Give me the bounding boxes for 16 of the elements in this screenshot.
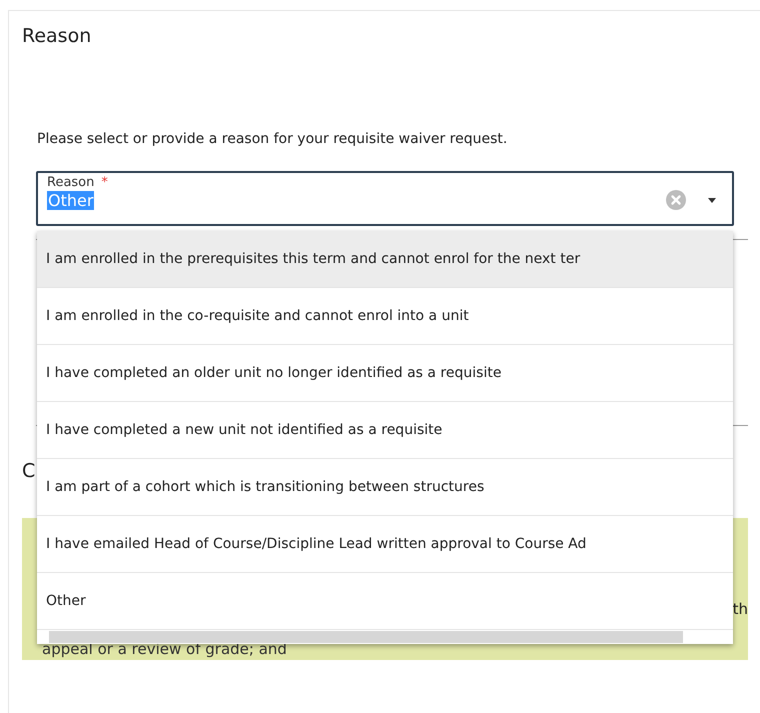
section-title: Reason <box>22 25 92 47</box>
notice-text-fragment: th <box>732 600 748 618</box>
instruction-text: Please select or provide a reason for your requisite waiver request. <box>37 131 508 147</box>
section-heading: C <box>22 460 36 482</box>
reason-select[interactable]: Reason * Other <box>36 171 734 226</box>
dropdown-option[interactable]: I am part of a cohort which is transitioning between structures <box>37 459 733 516</box>
horizontal-scrollbar[interactable] <box>37 630 733 644</box>
field-value: Other <box>47 190 94 210</box>
dropdown-option[interactable]: I have completed an older unit no longer identified as a requisite <box>37 345 733 402</box>
dropdown-option[interactable]: I am enrolled in the prerequisites this term and cannot enrol for the next ter <box>37 231 733 288</box>
dropdown-option[interactable]: I am enrolled in the co-requisite and cannot enrol into a unit <box>37 288 733 345</box>
required-mark: * <box>101 175 108 190</box>
dropdown-option[interactable]: I have completed a new unit not identified as a requisite <box>37 402 733 459</box>
field-label: Reason <box>47 175 94 190</box>
clear-icon[interactable] <box>666 190 686 210</box>
caret-icon[interactable] <box>708 198 716 202</box>
